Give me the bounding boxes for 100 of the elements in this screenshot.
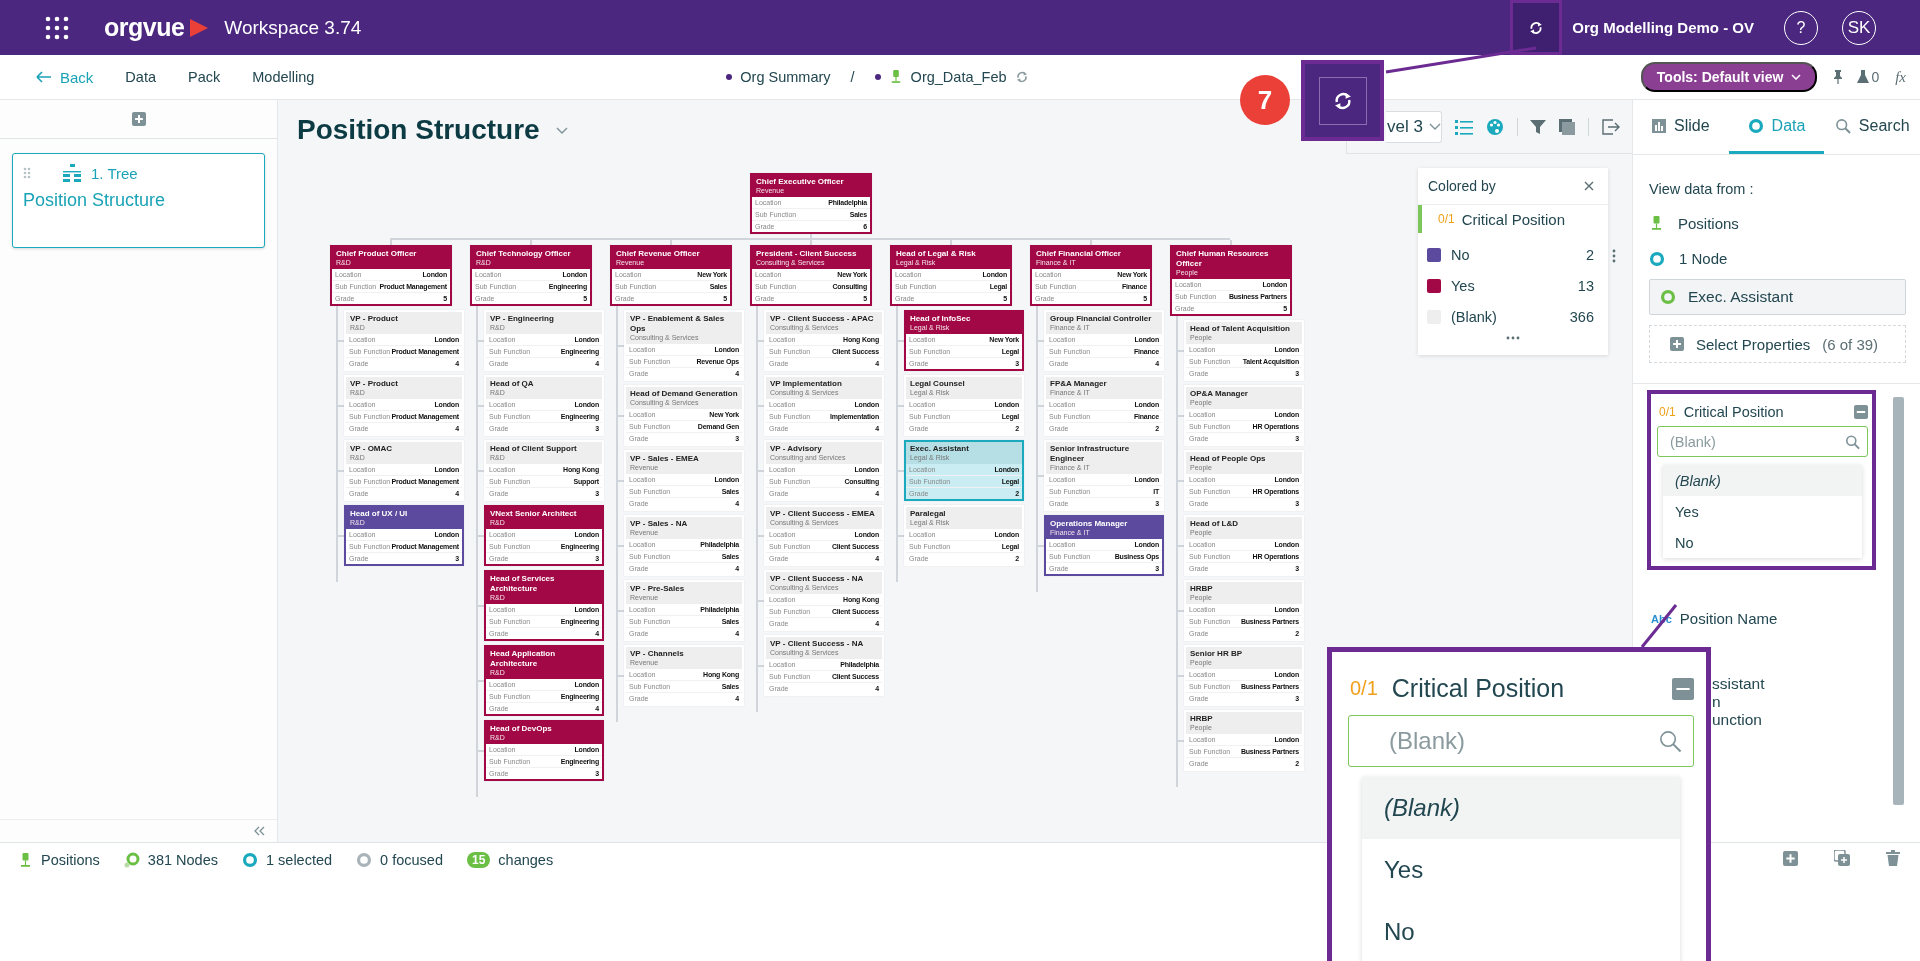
chevron-down-icon — [1428, 123, 1441, 130]
tree-icon — [63, 164, 81, 182]
chair-icon — [1649, 216, 1664, 231]
pin-icon[interactable] — [1833, 70, 1844, 84]
dropdown-option[interactable]: No — [1663, 527, 1862, 558]
node-title: VP - Client Success - NA — [770, 639, 865, 649]
node-title: Chief Financial Officer — [1036, 249, 1122, 259]
panel-tab[interactable]: Search — [1824, 100, 1920, 154]
flask-icon[interactable] — [1857, 70, 1870, 84]
collapse-panel-icon[interactable] — [253, 826, 265, 836]
add-icon[interactable] — [1783, 850, 1798, 866]
node-title: Head Application Architecture — [490, 649, 557, 669]
sync-icon[interactable] — [1014, 70, 1029, 84]
nav-link[interactable]: Data — [125, 69, 156, 85]
ring-icon — [1660, 289, 1676, 305]
drag-handle-icon[interactable] — [23, 167, 31, 179]
search-icon — [1658, 729, 1682, 753]
breadcrumb-link[interactable]: Org_Data_Feb — [910, 69, 1007, 85]
node-chip[interactable]: Exec. Assistant — [1649, 279, 1906, 315]
property-value: unction — [1712, 711, 1762, 729]
node-title: VP - Product — [350, 379, 399, 389]
search-field[interactable]: (Blank) — [1657, 426, 1868, 457]
kebab-menu-icon[interactable] — [1612, 249, 1616, 263]
formula-button[interactable]: fx — [1895, 68, 1906, 86]
changes-badge: 15 — [467, 852, 491, 868]
legend-count: 13 — [1577, 277, 1594, 294]
slide-title: Position Structure — [23, 190, 167, 211]
nav-link[interactable]: Modelling — [252, 69, 315, 85]
legend-title: Colored by — [1428, 178, 1496, 194]
node-title: Chief Executive Officer — [756, 177, 845, 187]
breadcrumb-link[interactable]: Org Summary — [740, 69, 831, 85]
dot-icon — [726, 74, 733, 80]
node-title: VP - Client Success - EMEA — [770, 509, 876, 519]
collapse-icon[interactable] — [1672, 677, 1694, 700]
close-icon[interactable] — [1584, 181, 1594, 191]
scrollbar[interactable] — [1893, 397, 1904, 805]
tools-button[interactable]: Tools: Default view — [1640, 62, 1818, 92]
dataset-name: Positions — [1678, 215, 1739, 232]
chevron-down-icon[interactable] — [555, 126, 568, 134]
more-icon[interactable] — [1506, 336, 1520, 340]
status-dataset: Positions — [41, 852, 100, 868]
status-nodes: 381 Nodes — [147, 852, 218, 868]
property-name: Critical Position — [1683, 404, 1784, 420]
node-title: Head of L&D — [1190, 519, 1239, 529]
node-title: Chief Human Resources Officer — [1176, 249, 1270, 269]
add-slide-icon[interactable] — [131, 112, 146, 126]
section-label: View data from : — [1649, 181, 1755, 197]
node-title: Senior Infrastructure Engineer — [1050, 444, 1131, 464]
node-title: Exec. Assistant — [910, 444, 970, 454]
node-title: Head of People Ops — [1190, 454, 1267, 464]
refresh-button[interactable] — [1510, 0, 1563, 55]
ring-icon — [242, 852, 258, 868]
ring-icon — [356, 852, 373, 868]
list-icon[interactable] — [1454, 118, 1473, 135]
palette-icon[interactable] — [1485, 117, 1504, 136]
status-focused: 0 focused — [380, 852, 443, 868]
filter-icon[interactable] — [1530, 118, 1547, 135]
dot-icon — [874, 74, 881, 80]
export-icon[interactable] — [1602, 118, 1620, 135]
property-value: ssistant — [1712, 675, 1765, 693]
node-title: VP - Channels — [630, 649, 685, 659]
app-logo[interactable]: orgvue — [104, 13, 185, 42]
node-title: Head of InfoSec — [910, 314, 972, 324]
node-title: VP - OMAC — [350, 444, 394, 454]
flask-count: 0 — [1871, 69, 1880, 85]
view-title: Position Structure — [297, 114, 540, 146]
node-title: Head of QA — [490, 379, 535, 389]
dropdown-option[interactable]: (Blank) — [1663, 465, 1862, 496]
workspace-name[interactable]: Org Modelling Demo - OV — [1572, 19, 1754, 36]
collapse-icon[interactable] — [1854, 405, 1868, 419]
nav-link[interactable]: Pack — [188, 69, 221, 85]
type-label: 0/1 — [1350, 677, 1378, 700]
node-title: Head of Talent Acquisition — [1190, 324, 1291, 334]
properties-count: (6 of 39) — [1822, 335, 1879, 353]
level-select[interactable]: vel 3 — [1386, 110, 1442, 143]
node-title: Chief Revenue Officer — [616, 249, 701, 259]
note-icon[interactable] — [1559, 118, 1576, 135]
dropdown-option[interactable]: (Blank) — [1362, 777, 1680, 839]
duplicate-icon[interactable] — [1834, 850, 1850, 866]
type-label: 0/1 — [1438, 212, 1455, 226]
node-title: Legal Counsel — [910, 379, 966, 389]
legend-label: No — [1451, 246, 1470, 263]
dropdown-option[interactable]: Yes — [1362, 839, 1680, 901]
legend-count: 2 — [1585, 246, 1594, 263]
node-title: Chief Product Officer — [336, 249, 418, 259]
search-field[interactable]: (Blank) — [1348, 715, 1694, 767]
node-title: Head of DevOps — [490, 724, 553, 734]
search-icon — [1845, 434, 1860, 449]
panel-tab[interactable]: Slide — [1633, 100, 1729, 154]
node-title: HRBP — [1190, 584, 1214, 594]
node-title: Senior HR BP — [1190, 649, 1243, 659]
dropdown-option[interactable]: No — [1362, 901, 1680, 961]
back-arrow-icon[interactable] — [36, 71, 52, 83]
dropdown-option[interactable]: Yes — [1663, 496, 1862, 527]
trash-icon[interactable] — [1886, 850, 1900, 866]
node-title: Head of UX / UI — [350, 509, 409, 519]
apps-grid-icon[interactable] — [45, 15, 69, 40]
select-properties-button[interactable]: Select Properties (6 of 39) — [1649, 325, 1906, 363]
node-title: VP - Enablement & Sales Ops — [630, 314, 726, 334]
node-title: VP - Client Success - APAC — [770, 314, 875, 324]
